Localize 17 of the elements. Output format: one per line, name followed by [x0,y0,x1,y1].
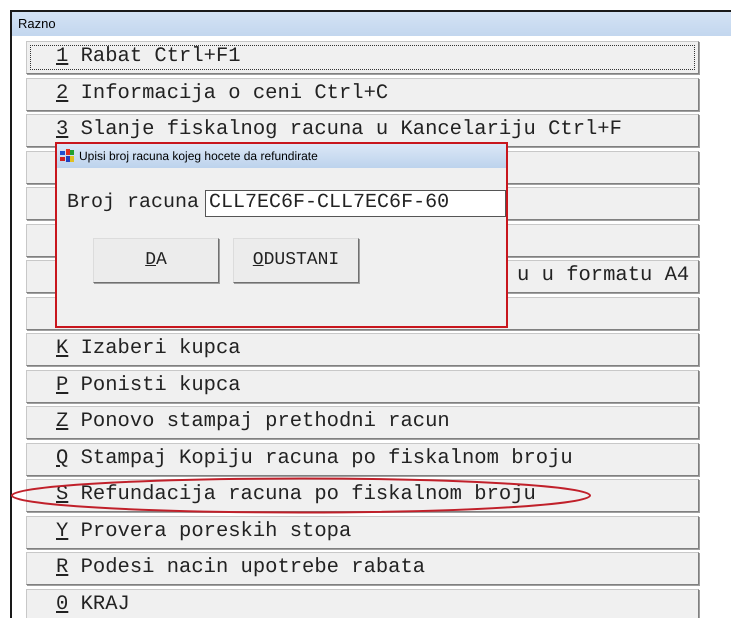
menu-button[interactable]: 1 Rabat Ctrl+F1 [26,41,699,74]
dialog-title: Upisi broj racuna kojeg hocete da refundirate [79,148,318,165]
menu-button[interactable]: 0 KRAJ [26,588,699,618]
dialog-button[interactable]: ODUSTANI [233,238,359,283]
menu-button[interactable]: R Podesi nacin upotrebe rabata [26,552,699,585]
menu-button[interactable]: Q Stampaj Kopiju racuna po fiskalnom broju [26,442,699,476]
dialog-button[interactable]: DA [93,238,219,283]
menu-button[interactable]: Z Ponovo stampaj prethodni racun [26,406,699,439]
input-field[interactable]: CLL7EC6F-CLL7EC6F-60 [205,190,506,216]
field-label: Broj racuna [67,190,200,216]
menu-button[interactable]: Y Provera poreskih stopa [26,516,699,548]
menu-button[interactable]: 3 Slanje fiskalnog racuna u Kancelariju Ctrl+F [26,114,699,147]
window-title: Razno [12,12,731,36]
app-icon [59,148,75,164]
menu-button[interactable]: P Ponisti kupca [26,370,699,402]
menu-button[interactable]: K Izaberi kupca [26,333,699,366]
menu-button[interactable]: 2 Informacija o ceni Ctrl+C [26,78,699,110]
